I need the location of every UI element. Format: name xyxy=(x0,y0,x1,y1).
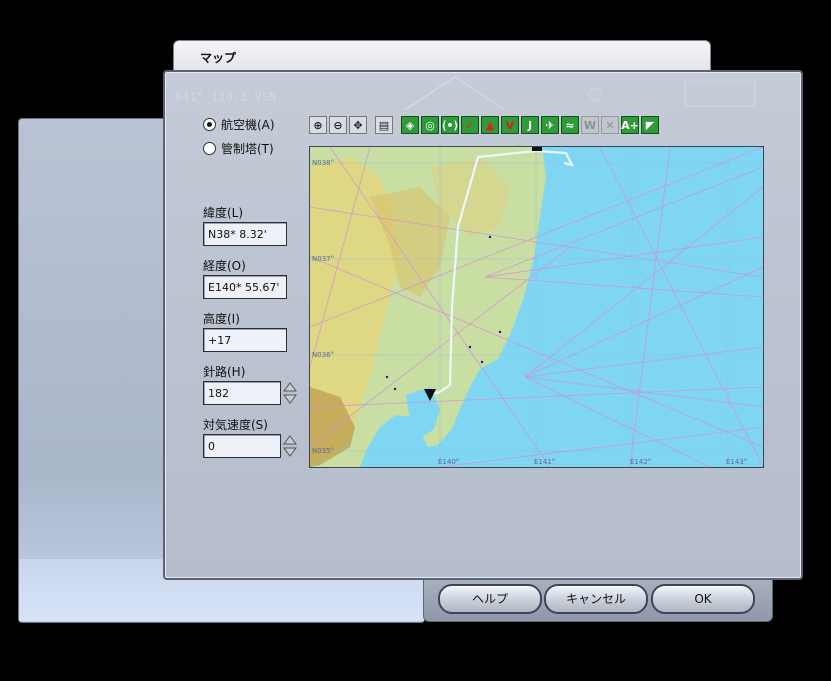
window-title: マップ xyxy=(200,51,237,65)
weather-icon[interactable]: W xyxy=(581,116,599,134)
zoom-in-icon[interactable]: ⊕ xyxy=(309,116,327,134)
radio-tower[interactable]: 管制塔(T) xyxy=(203,140,274,157)
lon-label-142: E142° xyxy=(630,458,652,466)
radio-aircraft-indicator[interactable] xyxy=(203,118,216,131)
center-icon[interactable]: ✥ xyxy=(349,116,367,134)
victor-airway-icon[interactable]: V xyxy=(501,116,519,134)
heading-label: 針路(H) xyxy=(203,365,246,379)
map-view[interactable]: N038° N037° N036° N035° E140° E141° E142… xyxy=(309,146,764,468)
airport-icon[interactable]: ✈ xyxy=(541,116,559,134)
lat-label-37: N037° xyxy=(312,255,335,263)
radio-tower-indicator[interactable] xyxy=(203,142,216,155)
print-icon[interactable]: ▤ xyxy=(375,116,393,134)
map-canvas xyxy=(310,147,763,467)
vor-icon[interactable]: ◈ xyxy=(401,116,419,134)
airspeed-label: 対気速度(S) xyxy=(203,418,268,432)
help-button[interactable]: ヘルプ xyxy=(438,584,542,614)
longitude-field[interactable]: E140* 55.67' xyxy=(203,275,287,299)
text-icon[interactable]: A+ xyxy=(621,116,639,134)
latitude-field[interactable]: N38* 8.32' xyxy=(203,222,287,246)
wind-icon[interactable]: ✕ xyxy=(601,116,619,134)
longitude-label: 経度(O) xyxy=(203,259,246,273)
radio-tower-label: 管制塔(T) xyxy=(221,142,274,156)
map-toolbar: ⊕ ⊖ ✥ ▤ ◈ ◎ ⟨•⟩ ✓ ▲ V J ✈ ≈ W ✕ A+ ◤ xyxy=(309,116,661,136)
route-icon[interactable]: ≈ xyxy=(561,116,579,134)
heading-stepper[interactable] xyxy=(283,382,297,404)
radio-aircraft[interactable]: 航空機(A) xyxy=(203,116,275,133)
lon-label-140: E140° xyxy=(438,458,460,466)
check-icon[interactable]: ✓ xyxy=(461,116,479,134)
lat-label-38: N038° xyxy=(312,159,335,167)
decor-watermark-icon xyxy=(404,76,756,111)
vor-readout-watermark: 041° 110.3 VSN xyxy=(175,90,277,104)
terrain-icon[interactable]: ◤ xyxy=(641,116,659,134)
jet-airway-icon[interactable]: J xyxy=(521,116,539,134)
heading-field[interactable]: 182 xyxy=(203,381,281,405)
airspeed-field[interactable]: 0 xyxy=(203,434,281,458)
lon-label-141: E141° xyxy=(534,458,556,466)
ok-button[interactable]: OK xyxy=(651,584,755,614)
intersection-icon[interactable]: ▲ xyxy=(481,116,499,134)
airspeed-stepper[interactable] xyxy=(283,435,297,457)
altitude-field[interactable]: +17 xyxy=(203,328,287,352)
ils-icon[interactable]: ⟨•⟩ xyxy=(441,116,459,134)
lat-label-36: N036° xyxy=(312,351,335,359)
cancel-button[interactable]: キャンセル xyxy=(544,584,648,614)
map-dialog: 041° 110.3 VSN 航空機(A) 管制塔(T) 緯度(L) N38* … xyxy=(163,70,803,580)
zoom-out-icon[interactable]: ⊖ xyxy=(329,116,347,134)
lon-label-143: E143° xyxy=(726,458,748,466)
altitude-label: 高度(I) xyxy=(203,312,240,326)
radio-aircraft-label: 航空機(A) xyxy=(221,118,275,132)
latitude-label: 緯度(L) xyxy=(203,206,244,220)
ndb-icon[interactable]: ◎ xyxy=(421,116,439,134)
lat-label-35: N035° xyxy=(312,447,335,455)
